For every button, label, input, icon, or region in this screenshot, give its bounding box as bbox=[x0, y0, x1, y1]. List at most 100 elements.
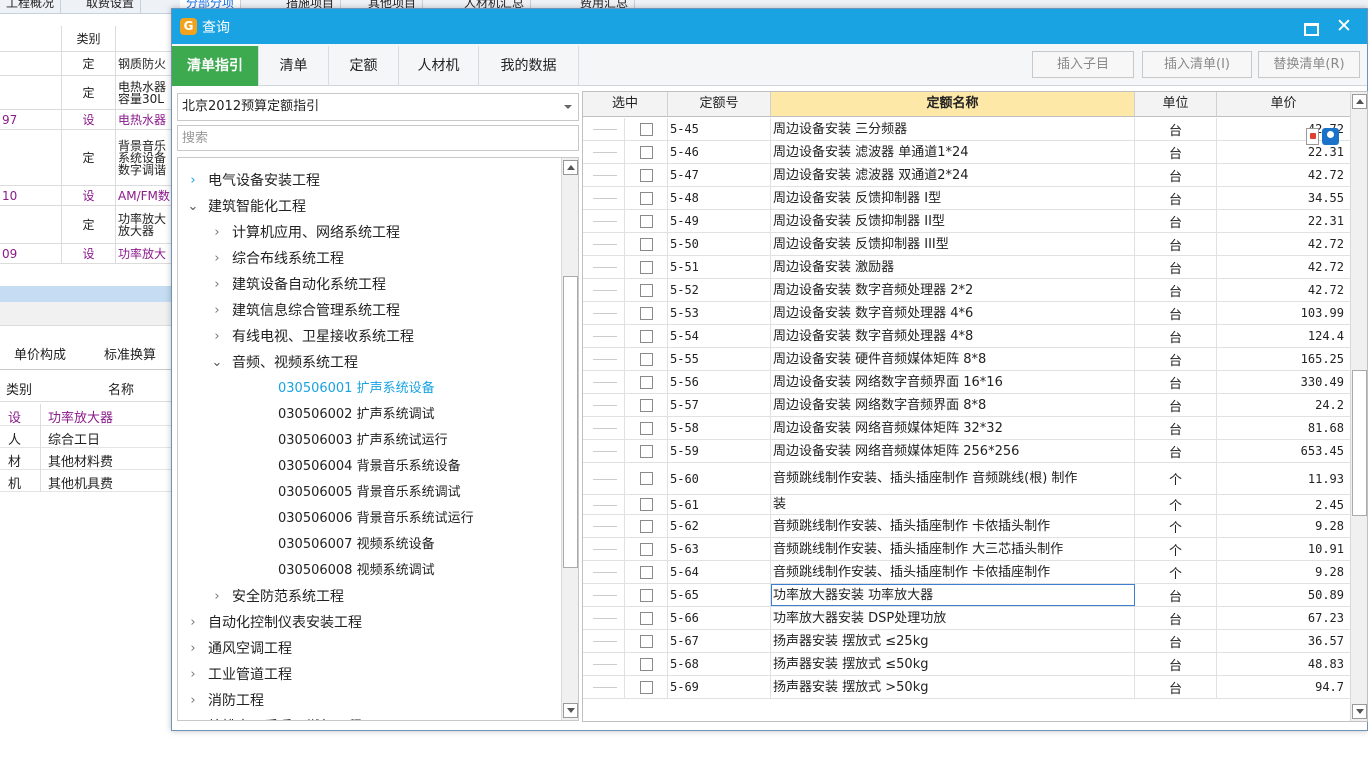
grid-scrollbar[interactable] bbox=[1350, 92, 1367, 721]
checkbox[interactable] bbox=[639, 398, 653, 412]
chevron-right-icon[interactable]: › bbox=[186, 714, 200, 720]
table-row[interactable]: 5-49 周边设备安装 反馈抑制器 II型台 22.31 bbox=[583, 210, 1351, 233]
checkbox[interactable] bbox=[639, 306, 653, 320]
tree-scrollbar[interactable] bbox=[561, 158, 578, 720]
row-select-cell[interactable] bbox=[625, 187, 668, 209]
scroll-up-icon[interactable] bbox=[1352, 94, 1367, 109]
table-row[interactable]: 5-45周边设备安装 三分频器台42.72 bbox=[583, 118, 1351, 141]
tree-node[interactable]: › 计算机应用、网络系统工程 bbox=[178, 220, 562, 246]
table-row[interactable]: 5-69 扬声器安装 摆放式 >50kg 台 94.7 bbox=[583, 676, 1351, 699]
row-select-cell[interactable] bbox=[625, 141, 668, 163]
table-row[interactable]: 5-52 周边设备安装 数字音频处理器 2*2 台 42.72 bbox=[583, 279, 1351, 302]
row-select-cell[interactable] bbox=[625, 440, 668, 462]
row-select-cell[interactable] bbox=[625, 348, 668, 370]
table-row[interactable]: 5-64 音频跳线制作安装、插头插座制作 卡侬插座制作个 9.28 bbox=[583, 561, 1351, 584]
background-table2-row[interactable]: 材 其他材料费 bbox=[0, 448, 172, 470]
tree-leaf[interactable]: 030506001 扩声系统设备 bbox=[178, 376, 562, 402]
tree-node[interactable]: › 建筑信息综合管理系统工程 bbox=[178, 298, 562, 324]
tab-labor-material-machine[interactable]: 人材机 bbox=[399, 46, 479, 86]
chevron-right-icon[interactable]: › bbox=[186, 688, 200, 714]
search-input[interactable] bbox=[177, 125, 579, 151]
table-row[interactable]: 5-46 周边设备安装 滤波器 单通道1*24 台 22.31 bbox=[583, 141, 1351, 164]
table-row[interactable]: 5-59 周边设备安装 网络音频媒体矩阵 256*256 台 653.45 bbox=[583, 440, 1351, 463]
scroll-down-icon[interactable] bbox=[563, 703, 578, 718]
chevron-right-icon[interactable]: › bbox=[210, 220, 224, 246]
chevron-right-icon[interactable]: › bbox=[210, 272, 224, 298]
scroll-thumb[interactable] bbox=[1352, 370, 1367, 516]
row-select-cell[interactable] bbox=[625, 371, 668, 393]
chevron-right-icon[interactable]: › bbox=[186, 610, 200, 636]
header-name[interactable]: 定额名称 bbox=[771, 92, 1135, 116]
maximize-icon[interactable] bbox=[1301, 18, 1319, 36]
tree-node[interactable]: › 消防工程 bbox=[178, 688, 562, 714]
checkbox[interactable] bbox=[639, 680, 653, 694]
dialog-title-bar[interactable]: G 查询 ✕ bbox=[172, 9, 1367, 44]
table-row[interactable]: 5-48 周边设备安装 反馈抑制器 I型台 34.55 bbox=[583, 187, 1351, 210]
tree-node[interactable]: ⌄ 建筑智能化工程 bbox=[178, 194, 562, 220]
tree-node[interactable]: › 工业管道工程 bbox=[178, 662, 562, 688]
scroll-up-icon[interactable] bbox=[563, 160, 578, 175]
checkbox[interactable] bbox=[639, 283, 653, 297]
tree-leaf[interactable]: 030506006 背景音乐系统试运行 bbox=[178, 506, 562, 532]
tree-node[interactable]: › 安全防范系统工程 bbox=[178, 584, 562, 610]
checkbox[interactable] bbox=[639, 260, 653, 274]
checkbox[interactable] bbox=[639, 657, 653, 671]
checkbox[interactable] bbox=[639, 352, 653, 366]
table-row[interactable]: 5-68 扬声器安装 摆放式 ≤50kg 台 48.83 bbox=[583, 653, 1351, 676]
header-unit[interactable]: 单位 bbox=[1135, 92, 1217, 116]
row-select-cell[interactable] bbox=[625, 653, 668, 675]
table-row[interactable]: 5-60 音频跳线制作安装、插头插座制作 音频跳线(根) 制作个 11.93 bbox=[583, 463, 1351, 495]
row-select-cell[interactable] bbox=[625, 676, 668, 698]
tree-leaf[interactable]: 030506008 视频系统调试 bbox=[178, 558, 562, 584]
checkbox[interactable] bbox=[639, 375, 653, 389]
row-select-cell[interactable] bbox=[625, 417, 668, 439]
row-select-cell[interactable] bbox=[625, 118, 668, 140]
tree-node[interactable]: › 有线电视、卫星接收系统工程 bbox=[178, 324, 562, 350]
table-row[interactable]: 5-58 周边设备安装 网络音频媒体矩阵 32*32 台 81.68 bbox=[583, 417, 1351, 440]
insert-list-button[interactable]: 插入清单(I) bbox=[1142, 51, 1252, 78]
row-select-cell[interactable] bbox=[625, 325, 668, 347]
table-row[interactable]: 5-54 周边设备安装 数字音频处理器 4*8 台 124.4 bbox=[583, 325, 1351, 348]
chevron-right-icon[interactable]: › bbox=[210, 324, 224, 350]
chevron-right-icon[interactable]: › bbox=[210, 246, 224, 272]
row-select-cell[interactable] bbox=[625, 607, 668, 629]
scroll-down-icon[interactable] bbox=[1352, 704, 1367, 719]
checkbox[interactable] bbox=[639, 191, 653, 205]
tree-node[interactable]: › 通风空调工程 bbox=[178, 636, 562, 662]
replace-list-button[interactable]: 替换清单(R) bbox=[1258, 51, 1360, 78]
checkbox[interactable] bbox=[639, 421, 653, 435]
tab-my-data[interactable]: 我的数据 bbox=[479, 46, 579, 86]
table-row[interactable]: 5-51 周边设备安装 激励器台 42.72 bbox=[583, 256, 1351, 279]
checkbox[interactable] bbox=[639, 168, 653, 182]
tab-list[interactable]: 清单 bbox=[259, 46, 329, 86]
background-table-row[interactable]: 10 设 AM/FM数 bbox=[0, 186, 172, 206]
row-select-cell[interactable] bbox=[625, 302, 668, 324]
tree-node[interactable]: ⌄ 音频、视频系统工程 bbox=[178, 350, 562, 376]
table-row[interactable]: 5-67 扬声器安装 摆放式 ≤25kg 台 36.57 bbox=[583, 630, 1351, 653]
table-row[interactable]: 5-56 周边设备安装 网络数字音频界面 16*16 台 330.49 bbox=[583, 371, 1351, 394]
row-select-cell[interactable] bbox=[625, 495, 668, 514]
row-select-cell[interactable] bbox=[625, 538, 668, 560]
chevron-right-icon[interactable]: › bbox=[186, 662, 200, 688]
table-row[interactable]: 5-57 周边设备安装 网络数字音频界面 8*8 台 24.2 bbox=[583, 394, 1351, 417]
tree-node[interactable]: › 综合布线系统工程 bbox=[178, 246, 562, 272]
row-select-cell[interactable] bbox=[625, 630, 668, 652]
checkbox[interactable] bbox=[639, 145, 653, 159]
guide-select[interactable]: 北京2012预算定额指引 bbox=[177, 93, 579, 121]
tree-node[interactable]: › 建筑设备自动化系统工程 bbox=[178, 272, 562, 298]
chevron-right-icon[interactable]: › bbox=[186, 636, 200, 662]
table-row[interactable]: 5-47 周边设备安装 滤波器 双通道2*24 台 42.72 bbox=[583, 164, 1351, 187]
background-table-row[interactable]: 定背景音乐系统设备 数字调谐 bbox=[0, 130, 172, 186]
background-table-row[interactable]: 定功率放大 放大器 bbox=[0, 206, 172, 244]
background-table2-row[interactable]: 机 其他机具费 bbox=[0, 470, 172, 492]
tree-node[interactable]: › 给排水、采暖、燃气工程 bbox=[178, 714, 562, 720]
table-row[interactable]: 5-62 音频跳线制作安装、插头插座制作 卡侬插头制作个 9.28 bbox=[583, 515, 1351, 538]
tab-list-guide[interactable]: 清单指引 bbox=[172, 46, 259, 86]
chevron-down-icon[interactable]: ⌄ bbox=[210, 350, 224, 376]
tree-node[interactable]: › 电气设备安装工程 bbox=[178, 168, 562, 194]
background-tab[interactable]: 工程概况 bbox=[0, 0, 62, 13]
checkbox[interactable] bbox=[639, 444, 653, 458]
subtab-unit-price[interactable]: 单价构成 bbox=[14, 344, 66, 363]
checkbox[interactable] bbox=[639, 498, 653, 511]
tree-leaf[interactable]: 030506002 扩声系统调试 bbox=[178, 402, 562, 428]
